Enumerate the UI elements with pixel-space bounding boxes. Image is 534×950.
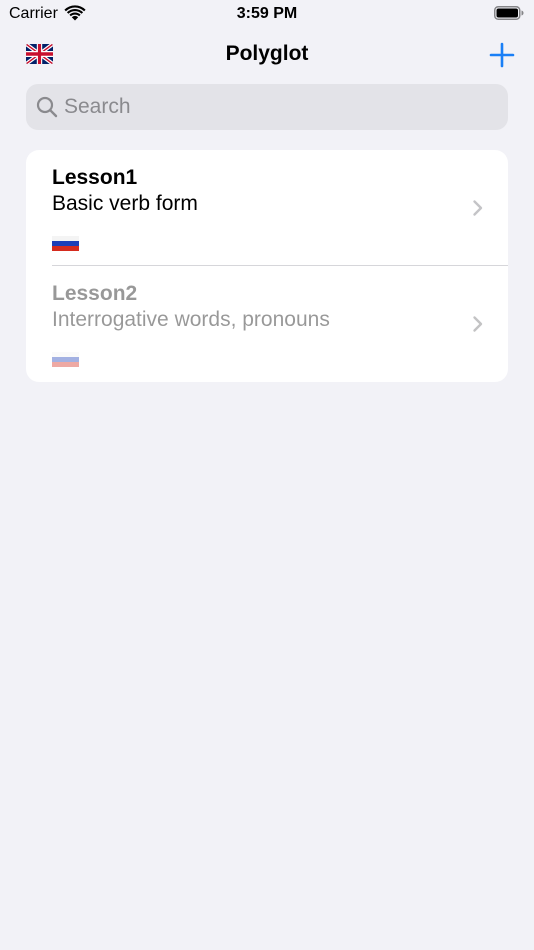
lesson-row-1[interactable]: Lesson1 Basic verb form <box>26 150 508 266</box>
flag-ru-icon <box>52 236 79 251</box>
status-time: 3:59 PM <box>236 5 298 22</box>
lesson-subtitle: Interrogative words, pronouns <box>52 308 330 331</box>
screen: Carrier 3:59 PM Polyglot Search Lesson1 … <box>0 0 534 950</box>
status-bar: Carrier 3:59 PM <box>0 0 534 28</box>
lesson-title: Lesson1 <box>52 166 138 189</box>
lesson-title: Lesson2 <box>52 282 138 305</box>
chevron-right-icon <box>473 200 483 216</box>
search-bar[interactable] <box>26 84 508 130</box>
search-icon <box>36 96 58 118</box>
lesson-row-2[interactable]: Lesson2 Interrogative words, pronouns <box>26 266 508 382</box>
battery-icon <box>494 6 524 20</box>
lesson-list: Lesson1 Basic verb form Lesson2 Interrog… <box>26 150 508 382</box>
lesson-subtitle: Basic verb form <box>52 192 198 215</box>
chevron-right-icon <box>473 316 483 332</box>
flag-ru-icon <box>52 352 79 367</box>
page-title: Polyglot <box>225 42 309 65</box>
search-input[interactable] <box>64 84 494 130</box>
plus-icon[interactable] <box>488 41 516 69</box>
navigation-bar: Polyglot <box>0 28 534 82</box>
